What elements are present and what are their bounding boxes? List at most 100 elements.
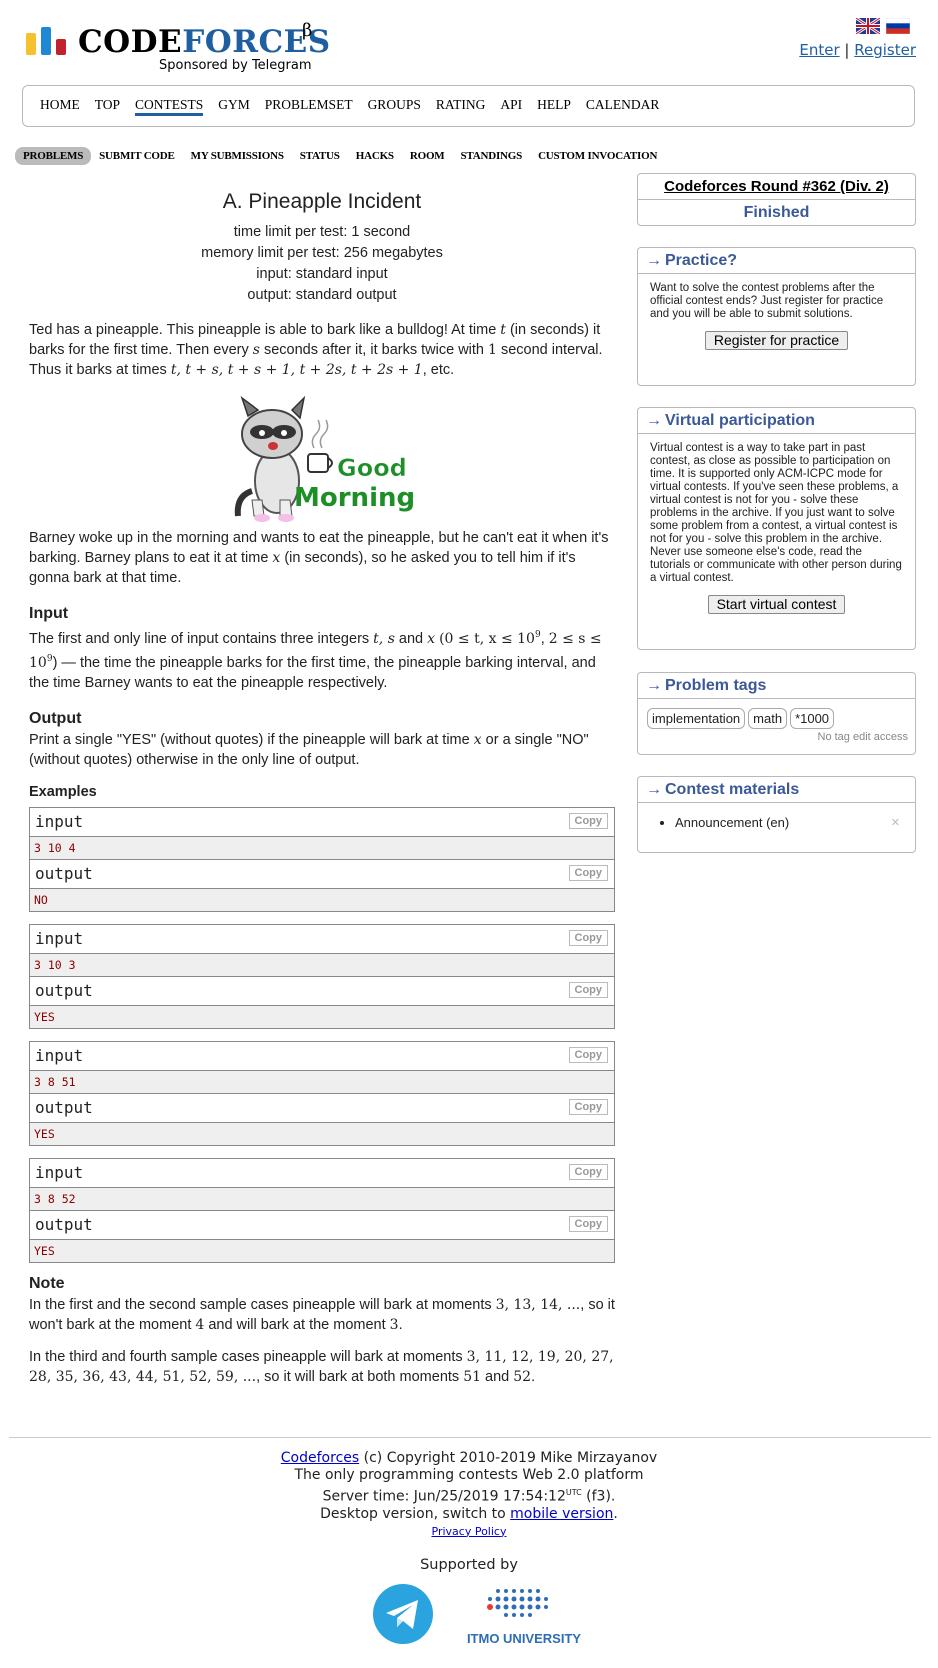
itmo-logo[interactable]: ITMO UNIVERSITY (460, 1583, 588, 1646)
contest-info-box: Codeforces Round #362 (Div. 2) Finished (637, 173, 916, 226)
practice-text: Want to solve the contest problems after… (650, 282, 884, 320)
itmo-dots-icon (487, 1589, 548, 1617)
logo-sponsor-text: Sponsored by Telegram (159, 58, 312, 73)
itmo-university-label: ITMO UNIVERSITY (466, 1631, 582, 1646)
logo-bars-icon (26, 27, 70, 55)
sample-output-label: output (35, 1097, 93, 1117)
copy-button[interactable]: Copy (568, 981, 608, 998)
tags-title: Problem tags (665, 677, 767, 694)
tag-difficulty[interactable]: *1000 (790, 708, 835, 729)
copy-button[interactable]: Copy (568, 864, 608, 881)
raccoon-good-morning-image: Good Morning (234, 396, 415, 522)
sample-output-text: NO (30, 888, 614, 911)
sample-test-3: input Copy 3 8 51 output Copy YES (29, 1040, 615, 1146)
footer: Codeforces (c) Copyright 2010-2019 Mike … (0, 1450, 938, 1540)
start-virtual-contest-button[interactable]: Start virtual contest (707, 595, 846, 614)
footer-divider (9, 1437, 931, 1438)
tab-my-submissions[interactable]: MY SUBMISSIONS (183, 147, 292, 165)
tab-standings[interactable]: STANDINGS (452, 147, 530, 165)
problem-title: A. Pineapple Incident (222, 190, 422, 213)
copy-button[interactable]: Copy (568, 1163, 608, 1180)
note-section-title: Note (29, 1274, 65, 1292)
sample-input-text: 3 10 3 (30, 953, 614, 976)
svg-text:Morning: Morning (294, 483, 415, 513)
contest-materials-box: →Contest materials Announcement (en) ✕ (637, 776, 916, 853)
copy-button[interactable]: Copy (568, 929, 608, 946)
sample-output-label: output (35, 863, 93, 883)
enter-link[interactable]: Enter (799, 41, 839, 59)
input-specification: The first and only line of input contain… (29, 630, 602, 691)
mobile-version-link[interactable]: mobile version (510, 1506, 613, 1522)
menu-top[interactable]: TOP (95, 97, 120, 115)
tag-math[interactable]: math (748, 708, 788, 729)
arrow-right-icon: → (646, 412, 662, 429)
sample-test-2: input Copy 3 10 3 output Copy YES (29, 923, 615, 1029)
register-link[interactable]: Register (854, 41, 916, 59)
footer-platform: The only programming contests Web 2.0 pl… (294, 1467, 644, 1483)
sample-input-text: 3 8 52 (30, 1187, 614, 1210)
footer-desktop-version: Desktop version, switch to mobile versio… (320, 1505, 618, 1522)
sample-test-1: input Copy 3 10 4 output Copy NO (29, 806, 615, 912)
menu-calendar[interactable]: CALENDAR (586, 97, 660, 115)
sample-output-label: output (35, 1214, 93, 1234)
telegram-logo-icon[interactable] (372, 1583, 434, 1645)
copy-button[interactable]: Copy (568, 1098, 608, 1115)
tab-room[interactable]: ROOM (402, 147, 453, 165)
sample-input-label: input (35, 1162, 84, 1182)
footer-codeforces-link[interactable]: Codeforces (281, 1450, 359, 1466)
tab-custom-invocation[interactable]: CUSTOM INVOCATION (530, 147, 665, 165)
sample-output-text: YES (30, 1005, 614, 1028)
arrow-right-icon: → (646, 677, 662, 694)
problem-tags-box: → Problem tags implementation math *1000 No… (637, 672, 916, 755)
menu-gym[interactable]: GYM (218, 97, 250, 115)
arrow-right-icon: → (646, 781, 662, 798)
menu-groups[interactable]: GROUPS (368, 97, 421, 115)
russian-flag-icon[interactable] (886, 18, 910, 34)
menu-problemset[interactable]: PROBLEMSET (265, 97, 353, 115)
tab-problems[interactable]: PROBLEMS (15, 147, 92, 165)
note-paragraph-2: In the third and fourth sample cases pin… (29, 1348, 614, 1385)
practice-box: → Practice? Want to solve the contest pro… (637, 247, 916, 386)
output-file: output: standard output (247, 287, 397, 303)
virtual-participation-box: → Virtual participation Virtual contest i… (637, 407, 916, 650)
menu-api[interactable]: API (500, 97, 522, 115)
contest-round-link[interactable]: Codeforces Round #362 (Div. 2) (664, 178, 889, 195)
tags-note: No tag edit access (817, 731, 909, 743)
sample-input-text: 3 8 51 (30, 1070, 614, 1093)
register-for-practice-button[interactable]: Register for practice (704, 331, 849, 350)
copy-button[interactable]: Copy (568, 1215, 608, 1232)
materials-title: Contest materials (665, 781, 800, 798)
tag-implementation[interactable]: implementation (647, 708, 746, 729)
logo-beta: β (302, 20, 313, 41)
menu-rating[interactable]: RATING (436, 97, 486, 115)
svg-text:Good: Good (337, 454, 407, 482)
practice-title: Practice? (665, 252, 738, 269)
copy-button[interactable]: Copy (568, 812, 608, 829)
privacy-policy-link[interactable]: Privacy Policy (432, 1525, 507, 1538)
tab-submit-code[interactable]: SUBMIT CODE (91, 147, 183, 165)
menu-help[interactable]: HELP (537, 97, 571, 115)
english-flag-icon[interactable] (856, 18, 880, 34)
copy-button[interactable]: Copy (568, 1046, 608, 1063)
second-level-menu: PROBLEMS SUBMIT CODE MY SUBMISSIONS STAT… (15, 147, 665, 167)
menu-home[interactable]: HOME (40, 97, 80, 115)
sample-output-text: YES (30, 1239, 614, 1262)
sample-test-4: input Copy 3 8 52 output Copy YES (29, 1157, 615, 1263)
virtual-title: Virtual participation (665, 412, 815, 429)
arrow-right-icon: → (646, 252, 662, 269)
auth-separator: | (844, 41, 850, 59)
menu-contests[interactable]: CONTESTS (135, 97, 204, 116)
note-paragraph-1: In the first and the second sample cases… (29, 1296, 615, 1333)
sample-input-text: 3 10 4 (30, 836, 614, 859)
tab-status[interactable]: STATUS (292, 147, 348, 165)
auth-links: Enter | Register (799, 41, 916, 59)
codeforces-logo[interactable]: CODEFORCES β Sponsored by Telegram (26, 20, 330, 78)
tab-hacks[interactable]: HACKS (348, 147, 402, 165)
language-flags (856, 18, 916, 36)
sample-input-label: input (35, 811, 84, 831)
supported-by: Supported by (0, 1557, 938, 1573)
contest-status: Finished (743, 204, 810, 221)
material-announcement-link[interactable]: Announcement (en) (675, 815, 915, 830)
input-file: input: standard input (256, 266, 388, 282)
sample-output-label: output (35, 980, 93, 1000)
